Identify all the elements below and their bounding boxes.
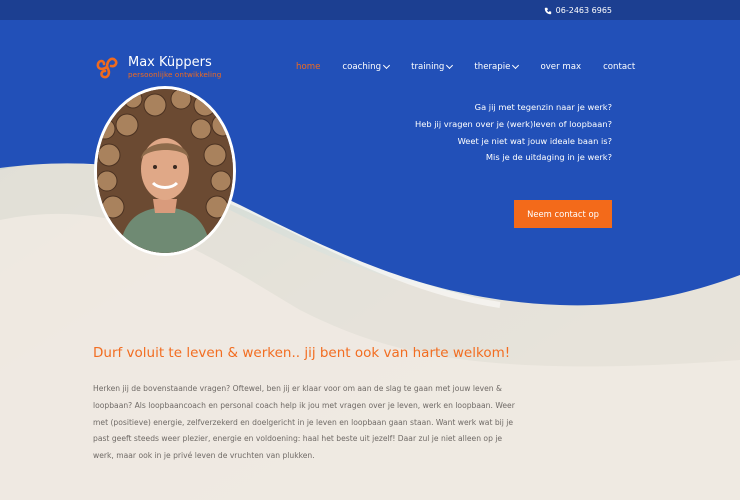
triskelion-icon — [96, 57, 118, 79]
portrait-illustration — [97, 89, 233, 253]
chevron-down-icon — [383, 61, 391, 70]
nav-item-over-max[interactable]: over max — [540, 62, 581, 72]
nav-label-contact: contact — [603, 62, 636, 72]
nav-item-therapie[interactable]: therapie — [474, 61, 520, 72]
portrait-photo — [94, 86, 236, 256]
nav-item-home[interactable]: home — [296, 62, 320, 72]
hero-questions: Ga jij met tegenzin naar je werk? Heb ji… — [415, 99, 612, 166]
logo-tagline: persoonlijke ontwikkeling — [128, 69, 222, 79]
main-nav: home coaching training therapie over max… — [296, 61, 635, 72]
welcome-headline: Durf voluit te leven & werken.. jij bent… — [93, 345, 511, 361]
contact-cta-button[interactable]: Neem contact op — [514, 200, 612, 228]
nav-label-over-max: over max — [540, 62, 582, 72]
nav-label-therapie: therapie — [474, 62, 511, 72]
site-logo[interactable]: Max Küppers persoonlijke ontwikkeling — [92, 52, 221, 82]
hero-question: Ga jij met tegenzin naar je werk? — [474, 102, 612, 112]
phone-number: 06-2463 6965 — [555, 6, 612, 15]
site-header: Max Küppers persoonlijke ontwikkeling ho… — [0, 20, 740, 80]
hero-question: Mis je de uitdaging in je werk? — [485, 152, 612, 163]
intro-paragraph: Herken jij de bovenstaande vragen? Oftew… — [93, 384, 515, 461]
phone-link[interactable]: 06-2463 6965 — [544, 6, 612, 15]
logo-name: Max Küppers — [128, 54, 212, 70]
phone-icon — [544, 7, 551, 14]
top-bar: 06-2463 6965 — [0, 0, 740, 20]
nav-label-training: training — [411, 62, 445, 72]
nav-label-coaching: coaching — [342, 62, 382, 72]
nav-item-contact[interactable]: contact — [603, 62, 635, 72]
chevron-down-icon — [512, 61, 520, 70]
nav-label-home: home — [296, 62, 321, 72]
hero-question: Weet je niet wat jouw ideale baan is? — [457, 135, 612, 146]
nav-item-coaching[interactable]: coaching — [342, 61, 391, 72]
hero-question: Heb jij vragen over je (werk)leven of lo… — [414, 118, 612, 129]
chevron-down-icon — [446, 61, 454, 70]
nav-item-training[interactable]: training — [411, 61, 454, 72]
